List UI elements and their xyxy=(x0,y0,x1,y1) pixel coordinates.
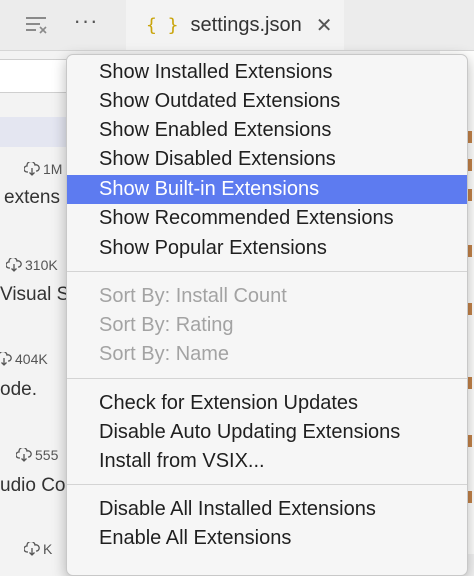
curly-braces-icon: { } xyxy=(146,14,179,36)
clear-extensions-icon[interactable] xyxy=(24,14,48,34)
menu-item-enable-all[interactable]: Enable All Extensions xyxy=(67,524,467,553)
menu-item-disable-all[interactable]: Disable All Installed Extensions xyxy=(67,495,467,524)
menu-item-show-outdated[interactable]: Show Outdated Extensions xyxy=(67,87,467,116)
cloud-download-icon xyxy=(24,162,40,176)
extension-description: extens xyxy=(4,187,60,208)
install-count: K xyxy=(24,541,52,557)
close-icon[interactable]: ✕ xyxy=(316,13,333,38)
menu-separator xyxy=(67,378,467,379)
cloud-download-icon xyxy=(6,258,22,272)
extension-description: Visual S xyxy=(0,284,70,305)
menu-item-show-installed[interactable]: Show Installed Extensions xyxy=(67,58,467,87)
menu-item-disable-auto-update[interactable]: Disable Auto Updating Extensions xyxy=(67,418,467,447)
menu-item-show-built-in[interactable]: Show Built-in Extensions xyxy=(67,175,467,204)
menu-item-install-from-vsix[interactable]: Install from VSIX... xyxy=(67,447,467,476)
menu-item-show-enabled[interactable]: Show Enabled Extensions xyxy=(67,116,467,145)
menu-separator xyxy=(67,271,467,272)
tab-bar: ··· { } settings.json ✕ xyxy=(0,0,474,51)
extension-description: udio Co xyxy=(0,475,66,496)
menu-item-show-disabled[interactable]: Show Disabled Extensions xyxy=(67,145,467,174)
cloud-download-icon xyxy=(16,448,32,462)
install-count: 1M xyxy=(24,161,62,177)
menu-item-sort-install-count: Sort By: Install Count xyxy=(99,285,287,307)
menu-item-sort-name: Sort By: Name xyxy=(99,343,230,365)
install-count: 310K xyxy=(6,257,58,273)
extension-description: ode. xyxy=(0,379,37,400)
tab-label: settings.json xyxy=(190,13,302,36)
more-actions-icon[interactable]: ··· xyxy=(70,10,102,38)
tab-settings-json[interactable]: { } settings.json ✕ xyxy=(126,0,344,50)
menu-item-sort-rating: Sort By: Rating xyxy=(99,314,234,336)
cloud-download-icon xyxy=(0,352,12,366)
extensions-context-menu: Show Installed Extensions Show Outdated … xyxy=(66,54,468,576)
menu-item-show-recommended[interactable]: Show Recommended Extensions xyxy=(67,204,467,233)
install-count: 555 xyxy=(16,447,58,463)
menu-separator xyxy=(67,484,467,485)
menu-item-show-popular[interactable]: Show Popular Extensions xyxy=(67,234,467,263)
menu-item-check-updates[interactable]: Check for Extension Updates xyxy=(67,389,467,418)
install-count: 404K xyxy=(0,351,48,367)
